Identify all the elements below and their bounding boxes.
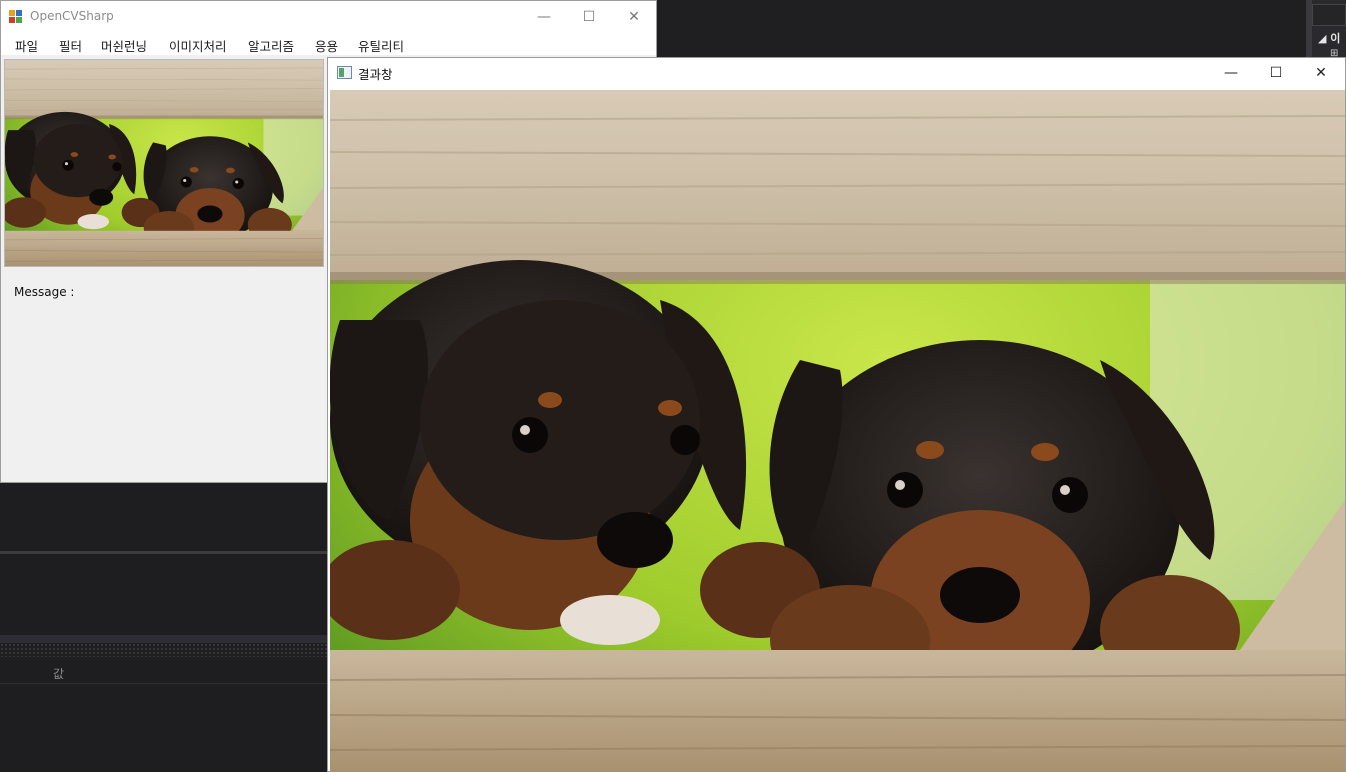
source-picturebox[interactable] bbox=[4, 59, 324, 267]
minimize-button[interactable]: — bbox=[1208, 58, 1254, 88]
puppies-image bbox=[330, 90, 1345, 772]
app-icon bbox=[9, 10, 23, 24]
menu-bar: 파일 필터 머쉰런닝 이미지처리 알고리즘 응용 유틸리티 bbox=[1, 33, 656, 55]
result-window-title: 결과창 bbox=[358, 67, 393, 82]
close-button[interactable]: ✕ bbox=[1298, 58, 1344, 88]
ide-background bbox=[656, 0, 1306, 58]
maximize-button[interactable]: ☐ bbox=[1253, 58, 1299, 88]
ide-panel bbox=[0, 483, 330, 553]
menu-application[interactable]: 응용 bbox=[315, 36, 338, 55]
ide-drag-handle[interactable] bbox=[0, 643, 330, 657]
main-title-bar[interactable]: OpenCVSharp — ☐ ✕ bbox=[1, 1, 656, 33]
message-label: Message : bbox=[14, 285, 75, 299]
menu-file[interactable]: 파일 bbox=[15, 36, 38, 55]
maximize-button[interactable]: ☐ bbox=[566, 1, 612, 33]
ide-right-tab[interactable] bbox=[1312, 4, 1346, 26]
menu-image-processing[interactable]: 이미지처리 bbox=[169, 36, 227, 55]
form-icon bbox=[337, 66, 352, 79]
ide-splitter[interactable] bbox=[0, 635, 330, 643]
properties-header-row bbox=[0, 659, 330, 684]
result-window: 결과창 — ☐ ✕ bbox=[327, 57, 1346, 772]
result-title-bar[interactable]: 결과창 — ☐ ✕ bbox=[328, 58, 1345, 88]
menu-utility[interactable]: 유틸리티 bbox=[358, 36, 404, 55]
result-picturebox[interactable] bbox=[330, 90, 1345, 772]
menu-algorithm[interactable]: 알고리즘 bbox=[248, 36, 294, 55]
puppies-image bbox=[5, 60, 323, 266]
ide-panel bbox=[0, 554, 330, 636]
menu-machine-learning[interactable]: 머쉰런닝 bbox=[101, 36, 147, 55]
desktop: ◢ 이 ⊞ 값 OpenCVSharp — ☐ ✕ 파일 필터 머쉰런닝 이미지… bbox=[0, 0, 1346, 772]
menu-filter[interactable]: 필터 bbox=[59, 36, 82, 55]
close-button[interactable]: ✕ bbox=[611, 1, 657, 33]
minimize-button[interactable]: — bbox=[521, 1, 567, 33]
window-title: OpenCVSharp bbox=[30, 9, 114, 23]
property-value-column-header: 값 bbox=[53, 667, 65, 681]
ide-tree-node-label[interactable]: ◢ 이 bbox=[1318, 30, 1340, 46]
ide-panel bbox=[0, 685, 330, 772]
